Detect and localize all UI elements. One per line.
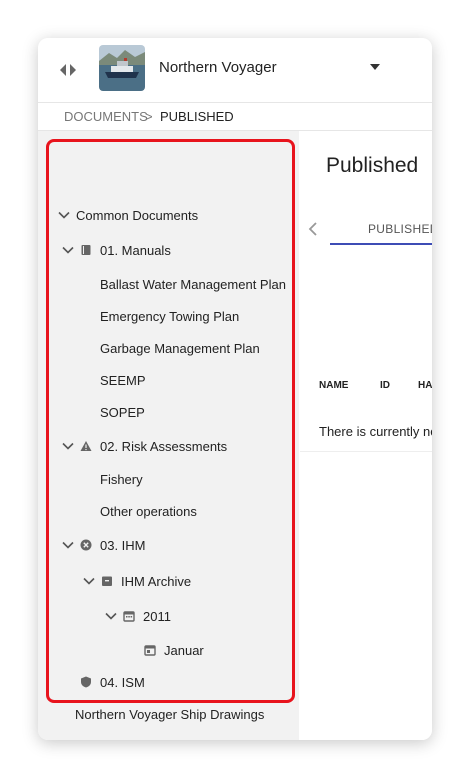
tree-item-label: Garbage Management Plan xyxy=(100,340,260,356)
tab-published[interactable]: PUBLISHED xyxy=(368,222,432,236)
tree-item-label: Northern Voyager Ship Drawings xyxy=(75,706,265,722)
breadcrumb-published: PUBLISHED xyxy=(160,109,234,124)
calendar-icon xyxy=(123,611,135,622)
tab-active-indicator xyxy=(330,243,432,245)
empty-state-message: There is currently no xyxy=(319,424,432,439)
tree-item-label: Ballast Water Management Plan xyxy=(100,276,286,292)
tree-item-emergency-towing-plan[interactable]: Emergency Towing Plan xyxy=(100,303,239,329)
tree-item-fishery[interactable]: Fishery xyxy=(100,466,143,492)
tree-item-label: 01. Manuals xyxy=(100,242,171,258)
main-panel: Published PUBLISHED NAME ID HA There is … xyxy=(300,131,432,740)
archive-box-icon xyxy=(102,576,112,586)
breadcrumb-separator: > xyxy=(145,109,153,124)
tree-item-other-operations[interactable]: Other operations xyxy=(100,498,197,524)
chevron-left-icon[interactable] xyxy=(308,221,318,237)
breadcrumb: DOCUMENTS > PUBLISHED xyxy=(38,102,432,131)
chevron-down-icon xyxy=(58,211,70,219)
book-icon xyxy=(81,245,91,255)
tree-item-ship-drawings[interactable]: Northern Voyager Ship Drawings xyxy=(75,701,264,727)
warning-icon xyxy=(80,441,92,451)
breadcrumb-documents[interactable]: DOCUMENTS xyxy=(64,109,148,124)
chevron-down-icon xyxy=(62,246,74,254)
tree-item-label: 03. IHM xyxy=(100,537,146,553)
column-header-ha[interactable]: HA xyxy=(418,380,432,391)
column-header-id[interactable]: ID xyxy=(380,380,390,391)
vessel-thumbnail xyxy=(99,45,145,91)
page-title: Published xyxy=(326,154,419,177)
x-circle-icon xyxy=(80,539,92,551)
column-header-name[interactable]: NAME xyxy=(319,380,348,391)
vessel-name[interactable]: Northern Voyager xyxy=(159,59,277,76)
tree-item-sopep[interactable]: SOPEP xyxy=(100,399,145,425)
tree-item-label: Fishery xyxy=(100,471,143,487)
tree-item-label: 04. ISM xyxy=(100,674,145,690)
tree-item-label: Januar xyxy=(164,642,204,658)
tree-item-label: 02. Risk Assessments xyxy=(100,438,228,454)
tree-item-risk-assessments[interactable]: 02. Risk Assessments xyxy=(62,433,227,459)
tree-item-label: SOPEP xyxy=(100,404,145,420)
app-window: Northern Voyager DOCUMENTS > PUBLISHED C… xyxy=(38,38,432,740)
calendar-day-icon xyxy=(144,645,156,656)
tree-item-manuals[interactable]: 01. Manuals xyxy=(62,237,171,263)
tree-item-label: Common Documents xyxy=(76,207,199,223)
tree-item-common-documents[interactable]: Common Documents xyxy=(58,202,198,228)
tree-item-label: Emergency Towing Plan xyxy=(100,308,240,324)
tree-item-2011[interactable]: 2011 xyxy=(105,603,171,629)
tree-item-ihm-archive[interactable]: IHM Archive xyxy=(83,568,191,594)
tree-item-ism[interactable]: 04. ISM xyxy=(80,669,145,695)
top-bar: Northern Voyager xyxy=(38,38,432,103)
tree-item-seemp[interactable]: SEEMP xyxy=(100,367,146,393)
left-right-arrows-icon[interactable] xyxy=(58,62,78,78)
tree-item-garbage-management-plan[interactable]: Garbage Management Plan xyxy=(100,335,260,361)
tab-bar: PUBLISHED xyxy=(300,217,432,245)
tree-item-label: 2011 xyxy=(143,608,171,624)
tree-item-label: SEEMP xyxy=(100,372,146,388)
document-tree: Common Documents 01. Manuals Ballast Wat… xyxy=(38,131,299,740)
tree-item-ihm[interactable]: 03. IHM xyxy=(62,532,146,558)
tree-item-label: Other operations xyxy=(100,503,197,519)
tree-item-januar[interactable]: Januar xyxy=(144,637,204,663)
chevron-down-icon xyxy=(62,442,74,450)
divider xyxy=(300,451,432,452)
chevron-down-icon xyxy=(83,577,95,585)
tree-item-label: IHM Archive xyxy=(121,573,192,589)
chevron-down-icon xyxy=(62,541,74,549)
shield-icon xyxy=(81,676,91,688)
chevron-down-icon xyxy=(105,612,117,620)
tree-item-ballast-water-management-plan[interactable]: Ballast Water Management Plan xyxy=(100,271,286,297)
caret-down-icon[interactable] xyxy=(369,63,381,71)
